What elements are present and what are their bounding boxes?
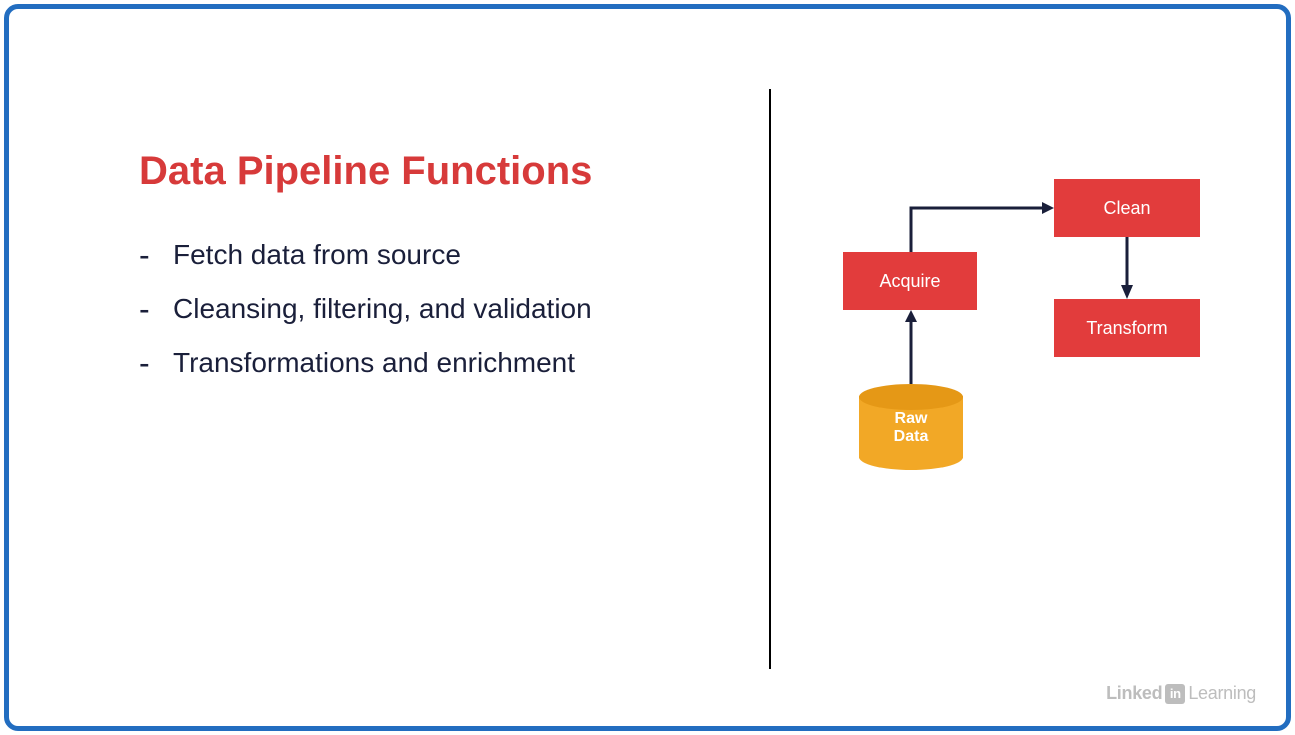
- linkedin-in-badge-icon: in: [1165, 684, 1185, 704]
- slide-frame: Data Pipeline Functions Fetch data from …: [4, 4, 1291, 731]
- linkedin-learning-watermark: LinkedinLearning: [1106, 683, 1256, 704]
- raw-data-line1: Raw: [895, 410, 928, 427]
- transform-label: Transform: [1086, 318, 1167, 339]
- vertical-divider: [769, 89, 771, 669]
- bullet-item: Fetch data from source: [139, 239, 719, 271]
- slide-content: Data Pipeline Functions Fetch data from …: [9, 9, 1286, 726]
- acquire-box: Acquire: [843, 252, 977, 310]
- raw-data-cylinder: Raw Data: [859, 384, 963, 470]
- left-panel: Data Pipeline Functions Fetch data from …: [9, 9, 759, 726]
- arrow-raw-to-acquire-icon: [904, 310, 918, 384]
- bullet-list: Fetch data from source Cleansing, filter…: [139, 239, 719, 379]
- watermark-linked: Linked: [1106, 683, 1162, 704]
- cylinder-bottom: [859, 444, 963, 470]
- cylinder-top: [859, 384, 963, 410]
- bullet-item: Cleansing, filtering, and validation: [139, 293, 719, 325]
- acquire-label: Acquire: [879, 271, 940, 292]
- pipeline-diagram: Raw Data Acquire Clean Transform: [799, 159, 1219, 509]
- raw-data-label: Raw Data: [859, 410, 963, 447]
- arrow-clean-to-transform-icon: [1120, 237, 1134, 299]
- bullet-item: Transformations and enrichment: [139, 347, 719, 379]
- clean-box: Clean: [1054, 179, 1200, 237]
- clean-label: Clean: [1103, 198, 1150, 219]
- arrow-acquire-to-clean-icon: [904, 201, 1059, 257]
- raw-data-line2: Data: [894, 428, 929, 445]
- transform-box: Transform: [1054, 299, 1200, 357]
- slide-title: Data Pipeline Functions: [139, 149, 719, 194]
- watermark-learning: Learning: [1188, 683, 1256, 704]
